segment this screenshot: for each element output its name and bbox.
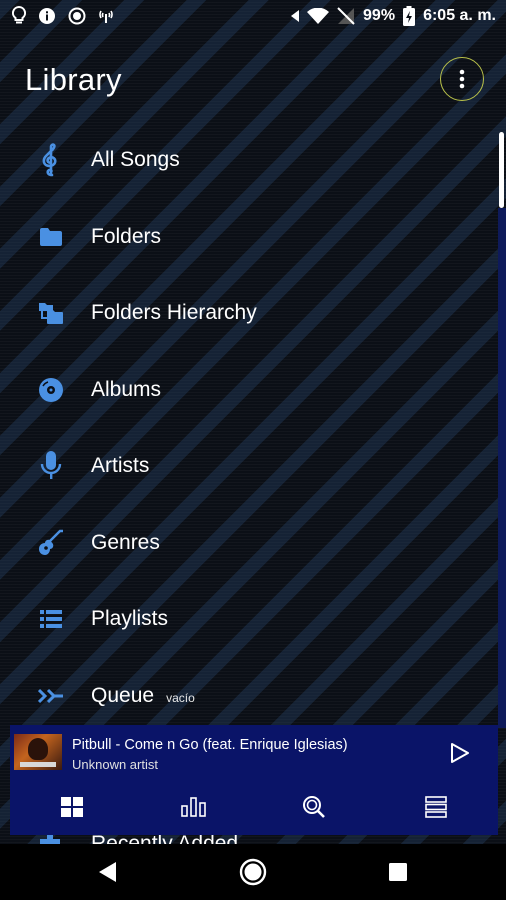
stack-icon <box>425 796 447 818</box>
no-signal-icon <box>337 7 355 25</box>
home-button[interactable] <box>235 854 271 890</box>
play-button[interactable] <box>446 739 474 767</box>
album-art[interactable] <box>14 734 62 770</box>
scrollbar-track[interactable] <box>498 208 506 728</box>
mini-player[interactable]: Pitbull - Come n Go (feat. Enrique Igles… <box>10 725 498 835</box>
wifi-icon <box>307 8 330 24</box>
menu-label: All Songs <box>91 148 180 172</box>
tab-search[interactable] <box>294 787 334 827</box>
folders-hierarchy-icon <box>36 298 66 328</box>
recents-button[interactable] <box>380 854 416 890</box>
queue-empty-badge: vacío <box>166 690 195 705</box>
menu-label: Folders <box>91 224 162 248</box>
recents-square-icon <box>388 862 408 882</box>
more-options-button[interactable] <box>440 57 484 101</box>
antenna-icon <box>98 8 114 24</box>
menu-item-genres[interactable]: Genres <box>0 505 496 582</box>
status-time: 6:05 a. m. <box>423 7 496 24</box>
menu-item-folders[interactable]: Folders <box>0 199 496 276</box>
tab-library[interactable] <box>52 787 92 827</box>
queue-label: Queue <box>91 683 155 707</box>
play-icon <box>450 742 470 764</box>
grid-icon <box>61 797 83 817</box>
menu-label: Genres <box>91 530 160 554</box>
status-left-icons <box>12 6 114 26</box>
scrollbar-thumb[interactable] <box>499 132 504 208</box>
info-icon <box>38 7 56 25</box>
queue-icon <box>36 681 66 711</box>
now-playing-artist: Unknown artist <box>72 757 158 772</box>
menu-item-playlists[interactable]: Playlists <box>0 581 496 658</box>
album-icon <box>36 375 66 405</box>
menu-label: Queue vacío <box>91 684 195 708</box>
battery-charging-icon <box>403 6 416 26</box>
back-triangle-icon <box>98 861 118 883</box>
back-button[interactable] <box>90 854 126 890</box>
menu-item-artists[interactable]: Artists <box>0 428 496 505</box>
search-icon <box>302 795 326 819</box>
menu-item-queue[interactable]: Queue vacío <box>0 658 496 735</box>
guitar-icon <box>36 528 66 558</box>
menu-item-albums[interactable]: Albums <box>0 352 496 429</box>
home-circle-icon <box>239 858 267 886</box>
menu-item-all-songs[interactable]: All Songs <box>0 122 496 199</box>
record-icon <box>68 7 86 25</box>
bar-chart-icon <box>181 797 207 817</box>
alarm-arrow-icon <box>291 10 300 22</box>
now-playing-title: Pitbull - Come n Go (feat. Enrique Igles… <box>72 737 348 753</box>
tab-queue[interactable] <box>416 787 456 827</box>
more-vert-icon <box>459 69 465 89</box>
folder-icon <box>36 222 66 252</box>
microphone-icon <box>36 451 66 481</box>
menu-label: Artists <box>91 454 150 478</box>
library-menu: All Songs Folders Folders Hierarchy Albu… <box>0 122 496 734</box>
treble-clef-icon <box>36 143 66 177</box>
system-nav-bar <box>0 844 506 900</box>
menu-label: Folders Hierarchy <box>91 301 257 325</box>
playlist-icon <box>36 604 66 634</box>
page-title: Library <box>25 62 122 97</box>
menu-item-folders-hierarchy[interactable]: Folders Hierarchy <box>0 275 496 352</box>
tab-equalizer[interactable] <box>174 787 214 827</box>
battery-percent: 99% <box>363 7 396 24</box>
menu-label: Playlists <box>91 607 169 631</box>
bottom-tabs <box>10 787 498 827</box>
status-right: 99% 6:05 a. m. <box>291 6 496 26</box>
status-bar: 99% 6:05 a. m. <box>0 0 506 32</box>
lightbulb-icon <box>12 6 26 26</box>
app-bar: Library <box>0 48 506 112</box>
menu-label: Albums <box>91 377 162 401</box>
